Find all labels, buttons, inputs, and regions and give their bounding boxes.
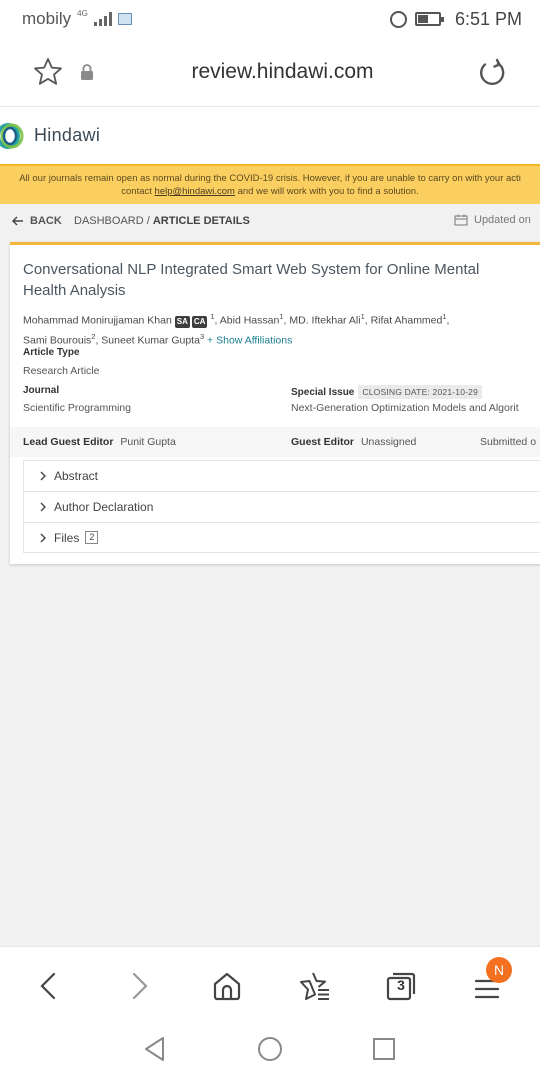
notification-badge[interactable]: N xyxy=(486,957,512,983)
chevron-right-icon xyxy=(40,502,46,512)
special-issue-label-text: Special Issue xyxy=(291,387,355,398)
chevron-right-icon xyxy=(40,471,46,481)
author-name[interactable]: Suneet Kumar Gupta xyxy=(101,334,200,346)
back-button[interactable]: BACK xyxy=(12,215,62,227)
files-section[interactable]: Files 2 xyxy=(23,522,540,553)
covid-banner: All our journals remain open as normal d… xyxy=(0,164,540,204)
calendar-icon xyxy=(454,214,468,226)
nav-recents-icon[interactable] xyxy=(372,1037,396,1061)
battery-icon xyxy=(414,12,444,26)
special-issue-label: Special Issue CLOSING DATE: 2021-10-29 xyxy=(291,385,483,399)
author-declaration-section[interactable]: Author Declaration xyxy=(23,491,540,522)
closing-date-badge: CLOSING DATE: 2021-10-29 xyxy=(358,385,483,399)
author-affiliation-sup: 3 xyxy=(199,331,205,341)
breadcrumb: BACK DASHBOARD / ARTICLE DETAILS Updated… xyxy=(0,204,540,240)
network-type: 4G xyxy=(77,8,88,18)
back-arrow-icon[interactable] xyxy=(32,969,66,1003)
chevron-right-icon xyxy=(40,533,46,542)
home-icon[interactable] xyxy=(210,969,244,1003)
lead-guest-editor: Lead Guest Editor Punit Gupta xyxy=(23,436,176,448)
banner-text-post: and we will work with you to find a solu… xyxy=(234,186,419,197)
gallery-notification-icon xyxy=(117,13,132,25)
author-name[interactable]: Abid Hassan xyxy=(220,315,280,327)
alarm-icon xyxy=(389,10,407,28)
banner-text-pre: contact xyxy=(121,186,155,197)
corresponding-author-badge: CA xyxy=(191,315,208,328)
status-left: mobily 4G xyxy=(22,9,132,29)
breadcrumb-current: ARTICLE DETAILS xyxy=(152,215,250,227)
article-type-label: Article Type xyxy=(23,347,80,358)
journal-label: Journal xyxy=(23,385,60,396)
forward-arrow-icon[interactable] xyxy=(122,969,156,1003)
back-label: BACK xyxy=(30,215,62,227)
hindawi-logo-icon[interactable] xyxy=(0,121,26,151)
abstract-section[interactable]: Abstract xyxy=(23,460,540,491)
clock: 6:51 PM xyxy=(454,8,522,29)
submitted-info: Submitted o xyxy=(480,436,537,448)
author-affiliation-sup: 1 xyxy=(360,312,365,321)
banner-line-1: All our journals remain open as normal d… xyxy=(19,173,521,184)
section-label: Abstract xyxy=(54,469,99,483)
section-label: Files xyxy=(54,530,80,545)
system-nav-bar xyxy=(0,1022,540,1080)
url-text[interactable]: review.hindawi.com xyxy=(0,60,540,84)
author-name[interactable]: Mohammad Monirujjaman Khan xyxy=(23,315,172,327)
author-affiliation-sup: 1 xyxy=(442,312,447,321)
updated-label: Updated on xyxy=(474,214,531,226)
updated-info: Updated on xyxy=(454,214,531,226)
banner-line-2: contact help@hindawi.com and we will wor… xyxy=(0,185,540,198)
guest-editor: Guest Editor Unassigned xyxy=(291,436,416,448)
site-header: Hindawi xyxy=(0,106,540,164)
submitting-author-badge: SA xyxy=(174,315,190,328)
web-page: Hindawi All our journals remain open as … xyxy=(0,106,540,946)
author-affiliation-sup: 1 xyxy=(279,312,284,321)
show-affiliations-link[interactable]: + Show Affiliations xyxy=(207,334,292,346)
article-type-value: Research Article xyxy=(23,365,100,377)
journal-value: Scientific Programming xyxy=(23,402,131,414)
signal-icon xyxy=(93,12,112,26)
breadcrumb-dashboard[interactable]: DASHBOARD / xyxy=(74,215,150,227)
browser-toolbar xyxy=(0,946,540,1022)
brand-name[interactable]: Hindawi xyxy=(34,125,100,146)
status-bar: mobily 4G 6:51 PM xyxy=(0,0,540,38)
help-email-link[interactable]: help@hindawi.com xyxy=(155,186,235,197)
guest-editor-label: Guest Editor xyxy=(291,436,355,448)
author-name[interactable]: Sami Bourouis xyxy=(23,334,91,346)
guest-editor-value: Unassigned xyxy=(360,436,417,448)
tab-count[interactable]: 3 xyxy=(388,974,414,996)
files-count-badge: 2 xyxy=(85,531,99,544)
special-issue-value: Next-Generation Optimization Models and … xyxy=(291,402,519,414)
nav-back-icon[interactable] xyxy=(143,1036,167,1062)
article-title: Conversational NLP Integrated Smart Web … xyxy=(23,261,480,299)
author-name[interactable]: Rifat Ahammed xyxy=(371,315,443,327)
url-bar: review.hindawi.com xyxy=(0,38,540,106)
carrier-name: mobily xyxy=(22,9,72,28)
nav-home-icon[interactable] xyxy=(257,1036,283,1062)
breadcrumb-path: DASHBOARD / ARTICLE DETAILS xyxy=(74,215,250,227)
status-right: 6:51 PM xyxy=(389,8,522,30)
author-affiliation-sup: 2 xyxy=(91,331,96,341)
editors-row: Lead Guest Editor Punit Gupta Guest Edit… xyxy=(10,427,540,457)
arrow-left-icon xyxy=(12,216,23,226)
lead-editor-value: Punit Gupta xyxy=(120,436,176,448)
bookmarks-icon[interactable] xyxy=(298,969,332,1003)
author-name[interactable]: MD. Iftekhar Ali xyxy=(289,315,360,327)
lead-editor-label: Lead Guest Editor xyxy=(23,436,114,448)
author-affiliation-sup: 1 xyxy=(210,312,215,321)
author-list: Mohammad Monirujjaman Khan SA CA 1, Abid … xyxy=(23,312,450,346)
article-card: Conversational NLP Integrated Smart Web … xyxy=(10,242,540,564)
section-label: Author Declaration xyxy=(54,500,154,514)
reload-icon[interactable] xyxy=(477,58,507,88)
